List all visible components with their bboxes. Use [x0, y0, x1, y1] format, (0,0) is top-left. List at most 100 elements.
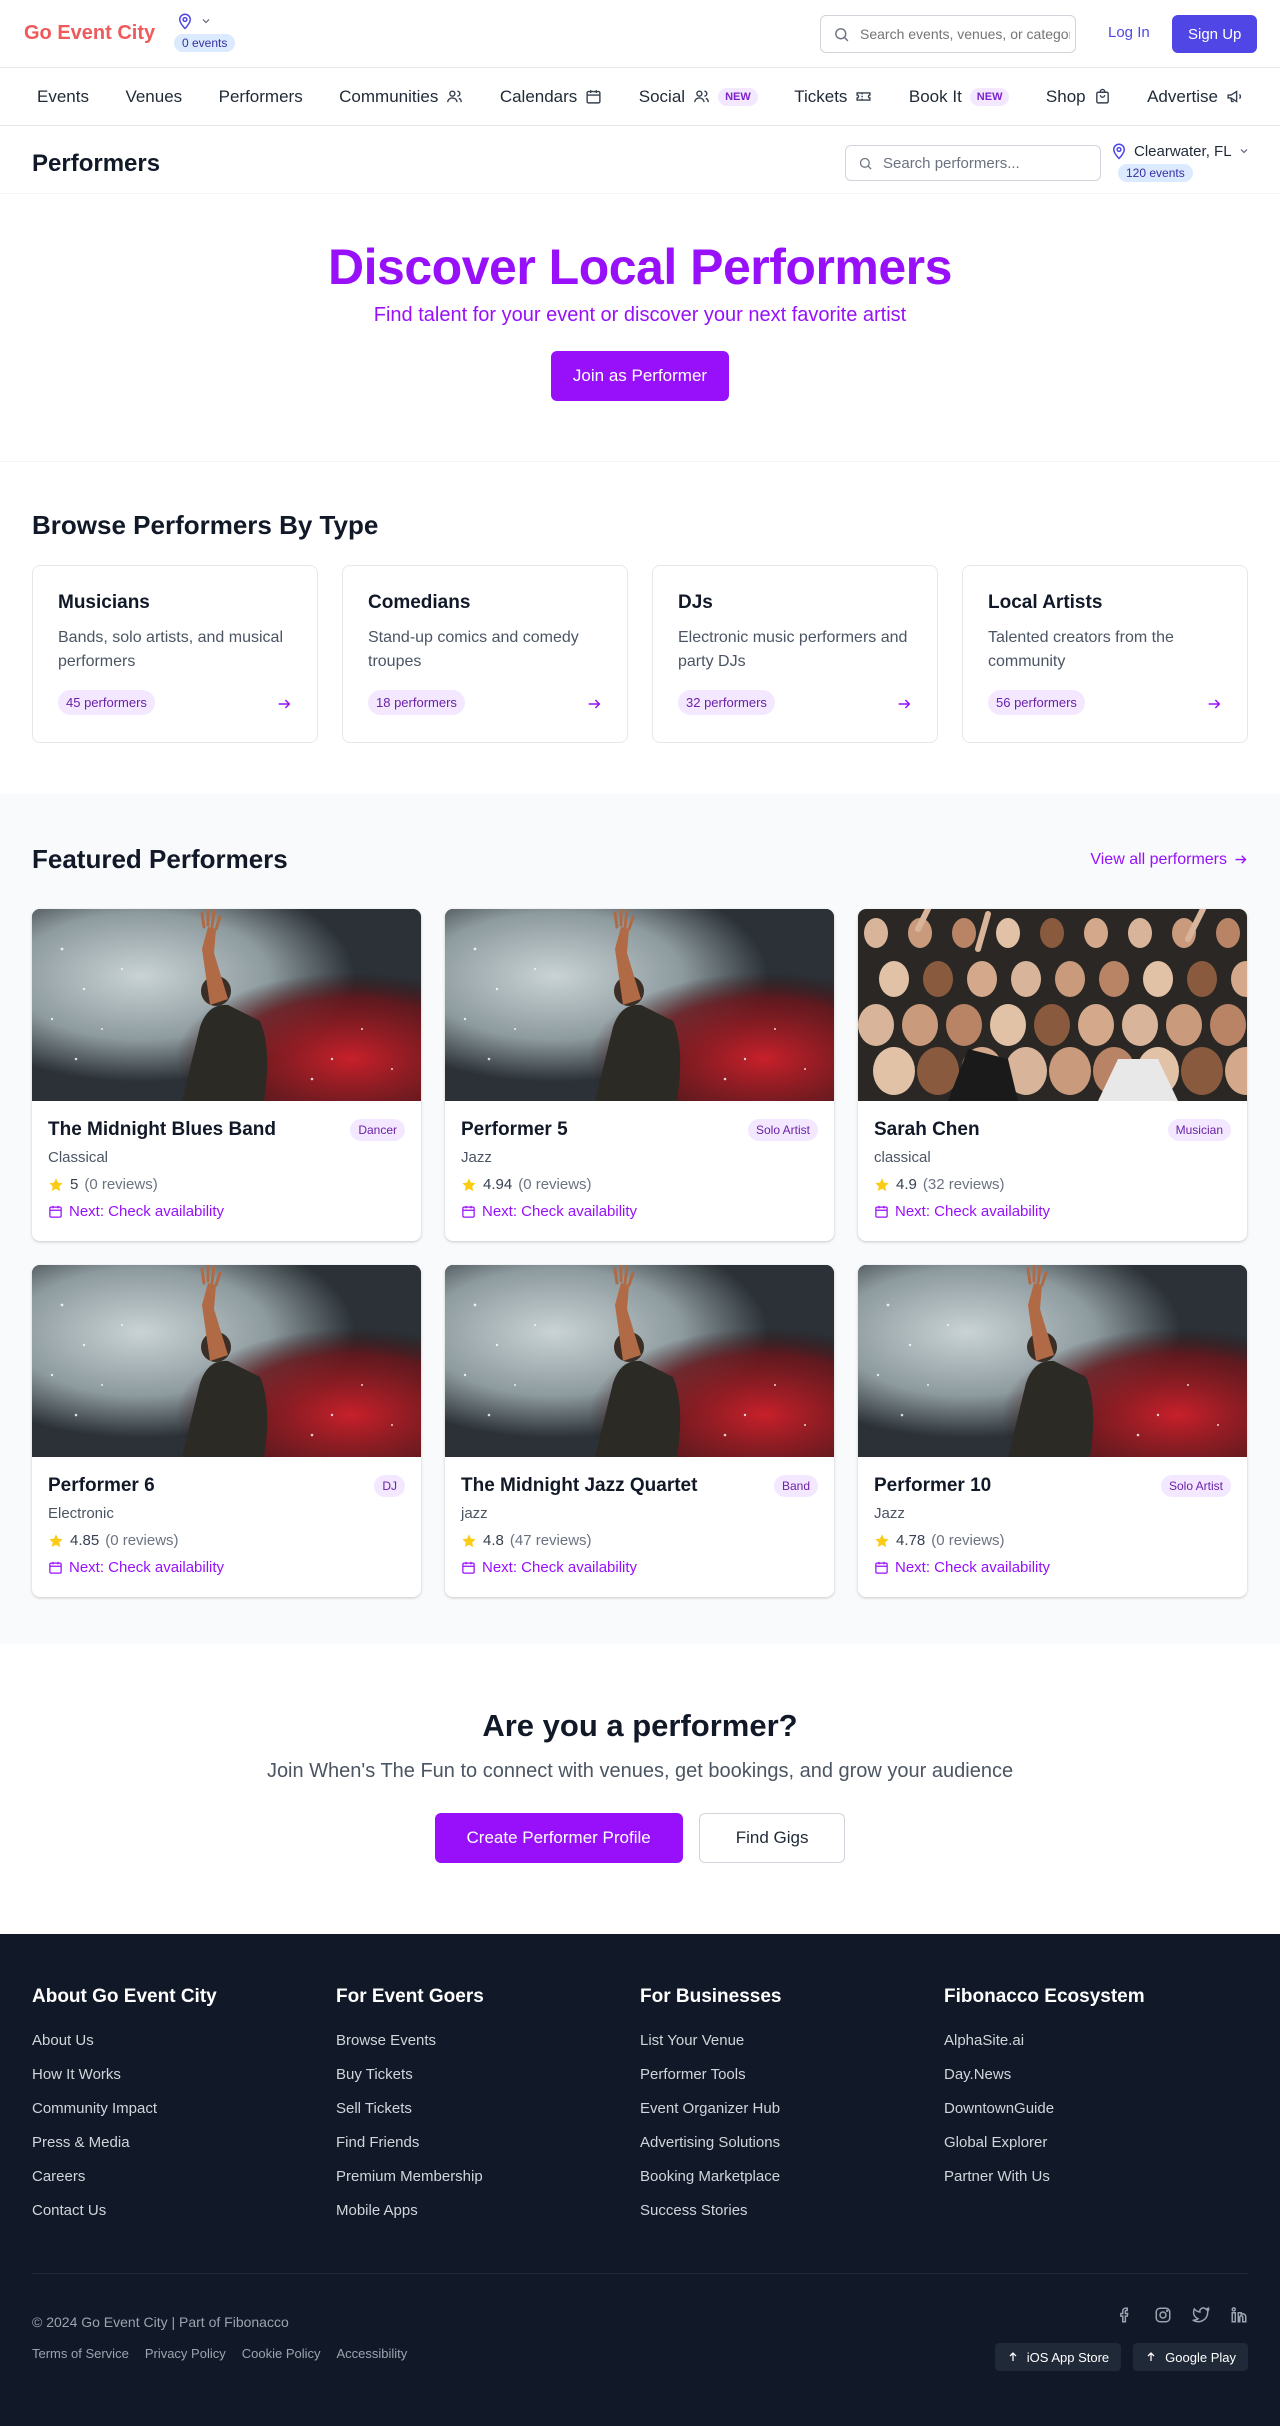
footer-link[interactable]: About Us [32, 2032, 336, 2049]
performer-card[interactable]: Performer 10 Solo Artist Jazz 4.78 (0 review… [858, 1265, 1247, 1597]
performer-search-placeholder[interactable]: Search performers... [883, 155, 1020, 172]
find-gigs-button[interactable]: Find Gigs [698, 1813, 846, 1863]
star-icon [461, 1533, 477, 1549]
arrow-right-icon [586, 696, 602, 712]
footer-link[interactable]: Success Stories [640, 2202, 944, 2219]
site-logo[interactable]: Go Event City [24, 22, 155, 45]
global-search[interactable] [820, 15, 1076, 53]
nav-tickets[interactable]: Tickets [794, 87, 872, 107]
login-link[interactable]: Log In [1108, 24, 1150, 41]
city-name: Clearwater, FL [1134, 142, 1232, 160]
performer-genre: Jazz [874, 1505, 905, 1522]
nav-book-it[interactable]: Book It NEW [909, 87, 1010, 107]
linkedin-icon[interactable] [1230, 2306, 1248, 2324]
footer-column: For Businesses List Your Venue Performer T… [640, 1986, 944, 2236]
performer-image [32, 909, 421, 1101]
footer-link[interactable]: Booking Marketplace [640, 2168, 944, 2185]
footer-link[interactable]: Find Friends [336, 2134, 640, 2151]
type-card-djs[interactable]: DJs Electronic music performers and part… [652, 565, 938, 743]
facebook-icon[interactable] [1116, 2306, 1134, 2324]
footer-link[interactable]: Community Impact [32, 2100, 336, 2117]
performer-card[interactable]: Sarah Chen Musician classical 4.9 (32 review… [858, 909, 1247, 1241]
rating-value: 5 [70, 1176, 79, 1193]
calendar-icon [461, 1204, 476, 1219]
nav-calendars[interactable]: Calendars [500, 87, 603, 107]
footer-link[interactable]: Browse Events [336, 2032, 640, 2049]
create-profile-button[interactable]: Create Performer Profile [434, 1813, 683, 1863]
footer-link[interactable]: Advertising Solutions [640, 2134, 944, 2151]
type-card-comedians[interactable]: Comedians Stand-up comics and comedy tro… [342, 565, 628, 743]
privacy-link[interactable]: Privacy Policy [145, 2346, 226, 2361]
accessibility-link[interactable]: Accessibility [337, 2346, 408, 2361]
type-card-musicians[interactable]: Musicians Bands, solo artists, and music… [32, 565, 318, 743]
view-all-performers-link[interactable]: View all performers [1090, 851, 1248, 869]
footer-link[interactable]: Buy Tickets [336, 2066, 640, 2083]
type-card-local-artists[interactable]: Local Artists Talented creators from the… [962, 565, 1248, 743]
footer-link[interactable]: Event Organizer Hub [640, 2100, 944, 2117]
view-all-label: View all performers [1090, 850, 1227, 868]
city-event-count: 120 events [1118, 164, 1193, 182]
availability-link[interactable]: Next: Check availability [874, 1559, 1231, 1576]
nav-venues[interactable]: Venues [125, 87, 182, 107]
footer-link[interactable]: Premium Membership [336, 2168, 640, 2185]
footer-link[interactable]: List Your Venue [640, 2032, 944, 2049]
footer-link[interactable]: Press & Media [32, 2134, 336, 2151]
twitter-icon[interactable] [1192, 2306, 1210, 2324]
footer-column-title: For Businesses [640, 1986, 782, 2007]
nav-social[interactable]: Social NEW [639, 87, 758, 107]
nav-communities[interactable]: Communities [339, 87, 463, 107]
page-subheader: Performers Search performers... Clearwat… [0, 126, 1280, 194]
footer-link[interactable]: Day.News [944, 2066, 1248, 2083]
terms-link[interactable]: Terms of Service [32, 2346, 129, 2361]
footer-link[interactable]: DowntownGuide [944, 2100, 1248, 2117]
google-play-button[interactable]: Google Play [1133, 2343, 1248, 2371]
cookie-link[interactable]: Cookie Policy [242, 2346, 321, 2361]
nav-performers[interactable]: Performers [219, 87, 303, 107]
footer-link[interactable]: Sell Tickets [336, 2100, 640, 2117]
performer-card[interactable]: The Midnight Blues Band Dancer Classical 5 (… [32, 909, 421, 1241]
rating-value: 4.85 [70, 1532, 100, 1549]
footer-link[interactable]: Global Explorer [944, 2134, 1248, 2151]
instagram-icon[interactable] [1154, 2306, 1172, 2324]
performer-card[interactable]: Performer 5 Solo Artist Jazz 4.94 (0 reviews… [445, 909, 834, 1241]
featured-performers: Featured Performers View all performers … [0, 794, 1280, 1644]
performer-name: Sarah Chen [874, 1119, 980, 1140]
search-icon [858, 156, 873, 171]
footer-link[interactable]: AlphaSite.ai [944, 2032, 1248, 2049]
nav-label: Advertise [1147, 86, 1218, 106]
location-selector[interactable]: 0 events [174, 12, 246, 52]
nav-advertise[interactable]: Advertise [1147, 87, 1243, 107]
availability-link[interactable]: Next: Check availability [48, 1559, 405, 1576]
footer-link[interactable]: How It Works [32, 2066, 336, 2083]
nav-shop[interactable]: Shop [1046, 87, 1111, 107]
footer-column-title: Fibonacco Ecosystem [944, 1986, 1145, 2007]
signup-button[interactable]: Sign Up [1172, 15, 1258, 53]
performer-search[interactable]: Search performers... [845, 145, 1101, 181]
type-count-badge: 45 performers [58, 690, 155, 715]
performer-card[interactable]: The Midnight Jazz Quartet Band jazz 4.8 (47 … [445, 1265, 834, 1597]
performer-type-badge: Solo Artist [747, 1119, 818, 1141]
availability-link[interactable]: Next: Check availability [48, 1203, 405, 1220]
availability-link[interactable]: Next: Check availability [461, 1559, 818, 1576]
nav-events[interactable]: Events [37, 87, 89, 107]
footer-link[interactable]: Careers [32, 2168, 336, 2185]
footer-link[interactable]: Performer Tools [640, 2066, 944, 2083]
ios-store-button[interactable]: iOS App Store [994, 2343, 1122, 2371]
type-name: Comedians [368, 592, 471, 613]
nav-label: Shop [1045, 86, 1086, 106]
section-title: Featured Performers [32, 844, 288, 874]
join-performer-button[interactable]: Join as Performer [550, 351, 730, 401]
footer-link[interactable]: Contact Us [32, 2202, 336, 2219]
performer-genre: classical [874, 1149, 931, 1166]
performer-rating: 4.94 (0 reviews) [461, 1176, 818, 1193]
footer-link[interactable]: Mobile Apps [336, 2202, 640, 2219]
global-search-input[interactable] [860, 26, 1070, 42]
availability-link[interactable]: Next: Check availability [874, 1203, 1231, 1220]
city-selector[interactable]: Clearwater, FL 120 events [1110, 142, 1250, 182]
availability-link[interactable]: Next: Check availability [461, 1203, 818, 1220]
footer-link[interactable]: Partner With Us [944, 2168, 1248, 2185]
performer-image [445, 1265, 834, 1457]
social-links [1116, 2306, 1248, 2324]
arrow-up-icon [1145, 2351, 1157, 2363]
performer-card[interactable]: Performer 6 DJ Electronic 4.85 (0 reviews) Ne… [32, 1265, 421, 1597]
